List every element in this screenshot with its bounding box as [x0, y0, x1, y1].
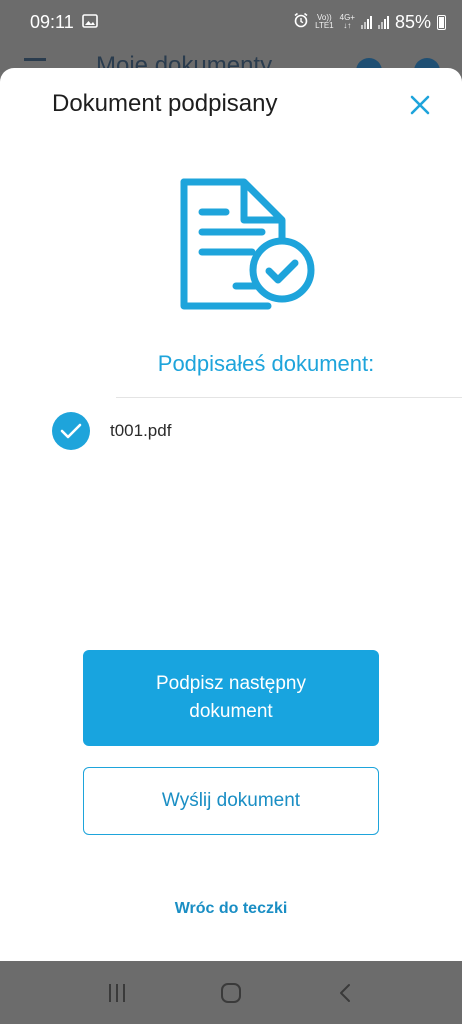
hamburger-icon — [24, 58, 46, 61]
file-name: t001.pdf — [110, 421, 172, 440]
list-item: t001.pdf — [52, 411, 171, 451]
recent-apps-button[interactable] — [97, 973, 137, 1013]
network-bottom: ↓↑ — [343, 21, 352, 30]
status-left: 09:11 — [30, 12, 98, 33]
dialog-title: Dokument podpisany — [52, 90, 278, 117]
gallery-icon — [81, 12, 98, 33]
alarm-icon — [293, 12, 309, 33]
back-to-folder-link[interactable]: Wróc do teczki — [0, 900, 462, 918]
volte-indicator: Vo)) LTE1 — [315, 14, 334, 30]
document-check-icon — [174, 176, 316, 316]
status-right: Vo)) LTE1 4G+ ↓↑ 85% — [293, 12, 446, 33]
network-indicator: 4G+ ↓↑ — [340, 14, 355, 30]
battery-level: 85% — [394, 11, 431, 32]
divider — [116, 397, 462, 398]
status-time: 09:11 — [30, 11, 74, 32]
sign-next-document-button[interactable]: Podpisz następny dokument — [83, 650, 379, 746]
volte-bottom: LTE1 — [315, 21, 334, 30]
back-icon — [340, 983, 350, 1002]
home-icon — [221, 982, 241, 1003]
close-button[interactable] — [405, 90, 435, 120]
recent-apps-icon — [109, 983, 125, 1002]
status-bar: 09:11 Vo)) LTE1 4G+ ↓↑ 85% — [0, 0, 462, 44]
navigation-bar — [0, 961, 462, 1024]
check-circle-icon — [52, 412, 90, 450]
signal-icon-2 — [377, 15, 389, 29]
send-document-button[interactable]: Wyślij dokument — [83, 767, 379, 835]
signal-icon — [360, 15, 372, 29]
battery-icon — [437, 14, 446, 30]
close-icon — [410, 95, 430, 115]
signed-document-dialog: Dokument podpisany Podpisałeś dokument: … — [0, 68, 462, 961]
home-button[interactable] — [211, 973, 251, 1013]
back-button[interactable] — [325, 973, 365, 1013]
signed-heading: Podpisałeś dokument: — [157, 351, 375, 376]
